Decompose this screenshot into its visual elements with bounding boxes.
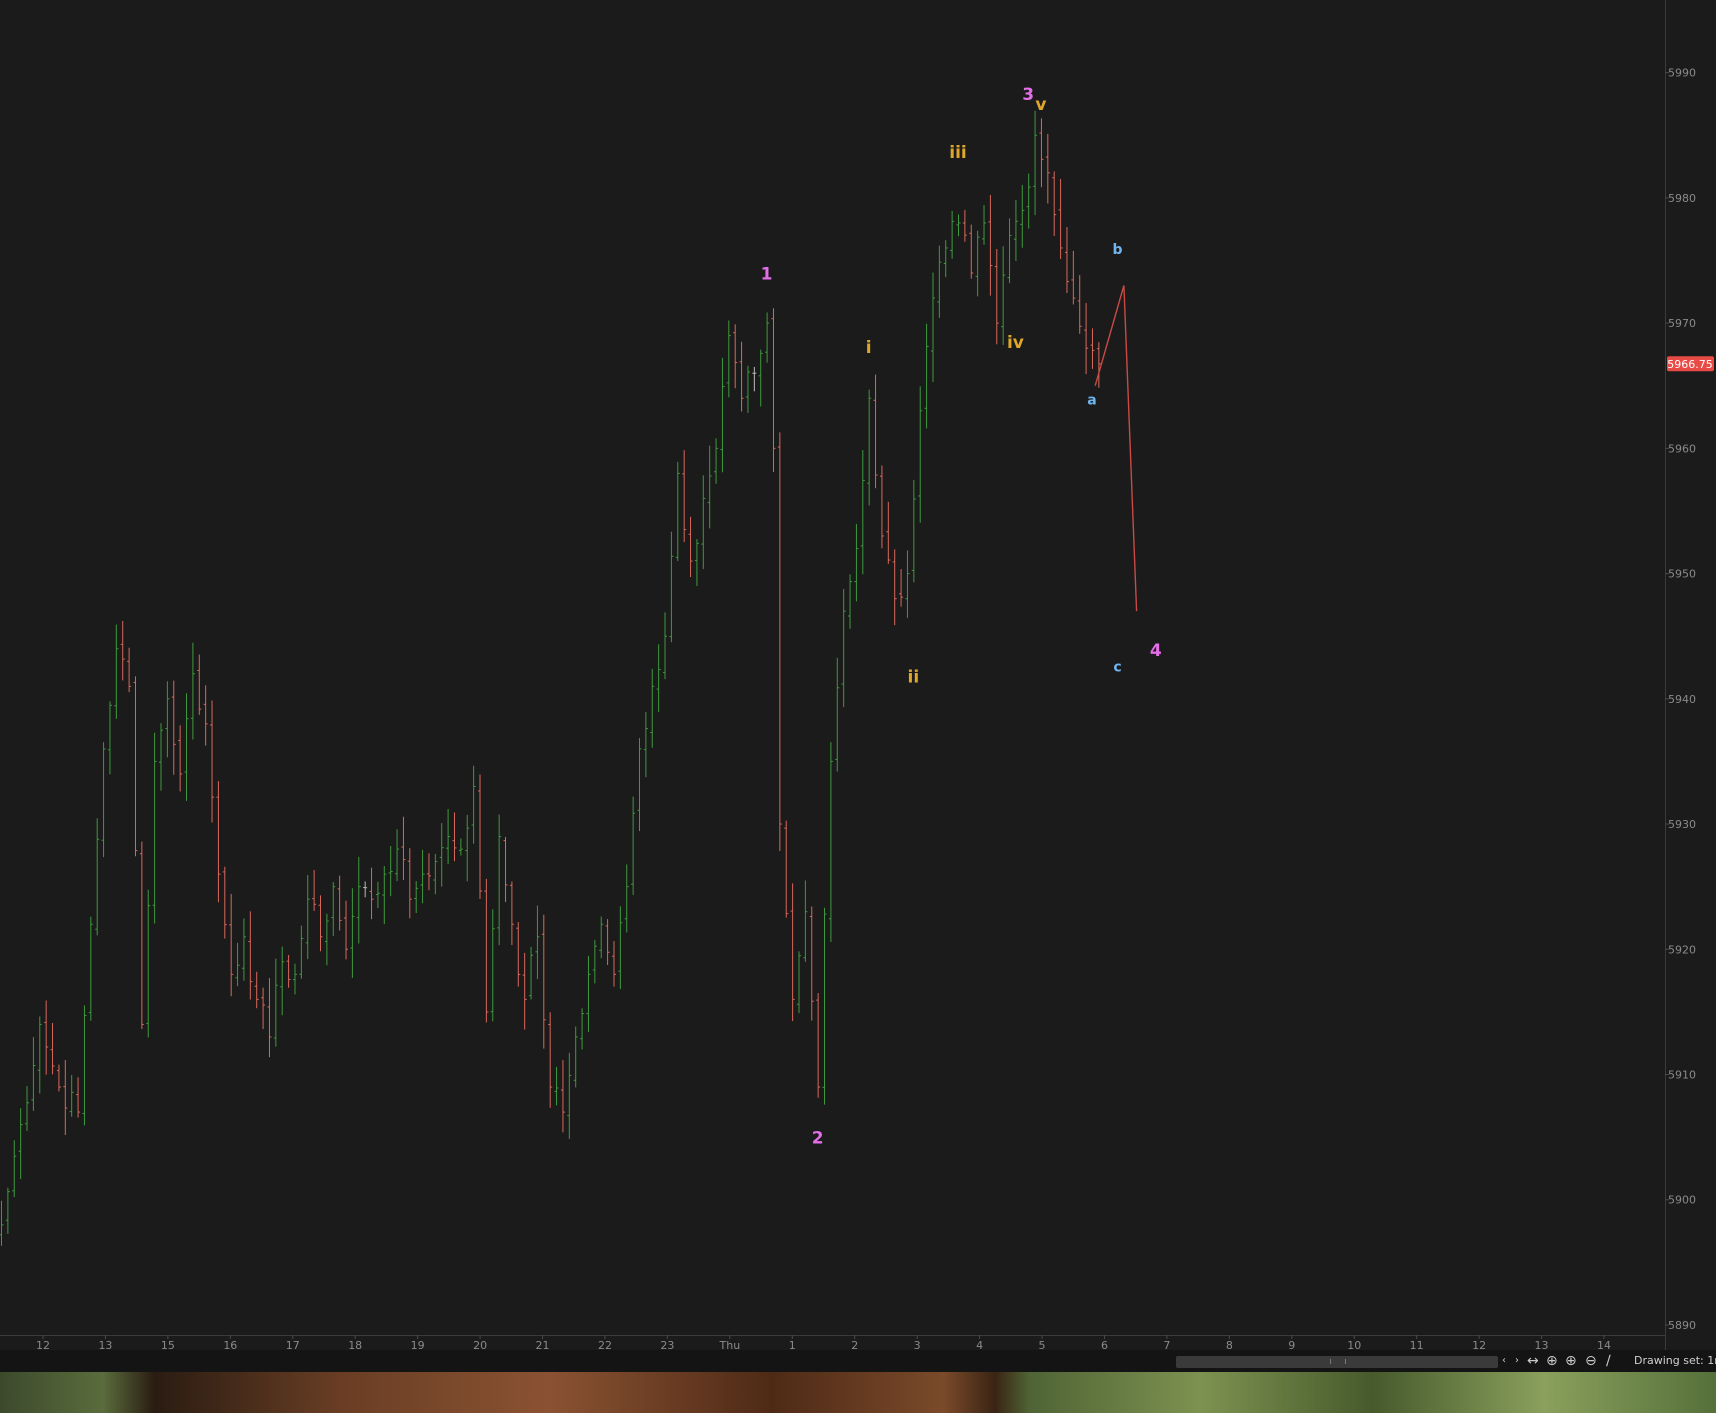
- price-tick-label: 5950: [1668, 568, 1696, 581]
- time-tick-label: 19: [411, 1339, 425, 1350]
- crosshair-icon[interactable]: ⊕: [1546, 1351, 1558, 1371]
- plot-background: [0, 0, 1665, 1335]
- time-tick-label: 1: [789, 1339, 796, 1350]
- price-chart[interactable]: 1234iiiiiiivvabc 58905900591059205930594…: [0, 0, 1716, 1350]
- expand-icon[interactable]: ↔: [1527, 1351, 1539, 1371]
- wave-label-ii: ii: [908, 668, 920, 688]
- scroll-left-icon[interactable]: ‹: [1502, 1351, 1506, 1371]
- time-tick-label: Thu: [719, 1339, 741, 1350]
- wave-label-1: 1: [761, 264, 773, 284]
- horizontal-scrollbar[interactable]: [1176, 1356, 1498, 1368]
- time-tick-label: 12: [36, 1339, 50, 1350]
- wave-label-iii: iii: [949, 143, 966, 163]
- time-tick-label: 23: [660, 1339, 674, 1350]
- time-tick-label: 18: [348, 1339, 362, 1350]
- time-tick-label: 15: [161, 1339, 175, 1350]
- wave-label-2: 2: [812, 1128, 824, 1148]
- time-tick-label: 14: [1597, 1339, 1611, 1350]
- time-tick-label: 22: [598, 1339, 612, 1350]
- wave-label-v: v: [1035, 95, 1046, 115]
- price-axis[interactable]: 5890 5900 5910 5920 5930 5940 5950 5960 5970 5980…: [1665, 67, 1696, 1332]
- chart-area[interactable]: 1 2 3 4 i ii iii iv v a b c 5890 5900 5910 5920 5930 594…: [0, 0, 1716, 1372]
- time-tick-label: 13: [1535, 1339, 1549, 1350]
- wave-label-iv: iv: [1007, 333, 1024, 353]
- price-tick-label: 5970: [1668, 317, 1696, 330]
- price-tick-label: 5940: [1668, 693, 1696, 706]
- time-tick-label: 10: [1347, 1339, 1361, 1350]
- price-tick-label: 5900: [1668, 1194, 1696, 1207]
- time-tick-label: 13: [98, 1339, 112, 1350]
- time-tick-label: 5: [1039, 1339, 1046, 1350]
- scrollbar-grip-icon[interactable]: [1330, 1359, 1346, 1364]
- time-axis[interactable]: 12 13 15 16 17 18 19 20 21 22 23 Thu 1 2 3 4 5 6 7 8 9 10 11 12…: [36, 1335, 1611, 1350]
- time-tick-label: 21: [536, 1339, 550, 1350]
- price-tick-label: 5890: [1668, 1319, 1696, 1332]
- price-tick-label: 5910: [1668, 1069, 1696, 1082]
- time-tick-label: 2: [851, 1339, 858, 1350]
- price-tick-label: 5990: [1668, 67, 1696, 80]
- price-tick-label: 5920: [1668, 943, 1696, 956]
- current-price-tag: 5966.75: [1667, 356, 1714, 372]
- wave-label-i: i: [866, 338, 872, 358]
- chart-toolbar: ‹ › ↔ ⊕ ⊕ ⊖ ∕ Drawing set: 1m: [0, 1350, 1716, 1372]
- wave-label-3: 3: [1022, 85, 1034, 105]
- time-tick-label: 9: [1288, 1339, 1295, 1350]
- time-tick-label: 8: [1226, 1339, 1233, 1350]
- wave-label-a: a: [1087, 393, 1096, 409]
- time-tick-label: 17: [286, 1339, 300, 1350]
- price-tick-label: 5930: [1668, 818, 1696, 831]
- scroll-right-icon[interactable]: ›: [1515, 1351, 1519, 1371]
- time-tick-label: 11: [1410, 1339, 1424, 1350]
- background-photo: [0, 1372, 1716, 1413]
- current-price-label: 5966.75: [1667, 358, 1713, 371]
- wave-label-b: b: [1112, 242, 1122, 258]
- time-tick-label: 4: [976, 1339, 983, 1350]
- price-tick-label: 5980: [1668, 192, 1696, 205]
- zoom-out-icon[interactable]: ⊖: [1585, 1351, 1597, 1371]
- time-tick-label: 3: [914, 1339, 921, 1350]
- time-tick-label: 7: [1163, 1339, 1170, 1350]
- time-tick-label: 6: [1101, 1339, 1108, 1350]
- zoom-in-icon[interactable]: ⊕: [1565, 1351, 1577, 1371]
- wave-label-4: 4: [1150, 641, 1162, 661]
- time-tick-label: 12: [1472, 1339, 1486, 1350]
- wave-label-c: c: [1113, 659, 1121, 675]
- time-tick-label: 20: [473, 1339, 487, 1350]
- time-tick-label: 16: [223, 1339, 237, 1350]
- price-tick-label: 5960: [1668, 442, 1696, 455]
- drawing-set-label[interactable]: Drawing set: 1m: [1634, 1354, 1716, 1367]
- drawing-icon[interactable]: ∕: [1606, 1351, 1611, 1371]
